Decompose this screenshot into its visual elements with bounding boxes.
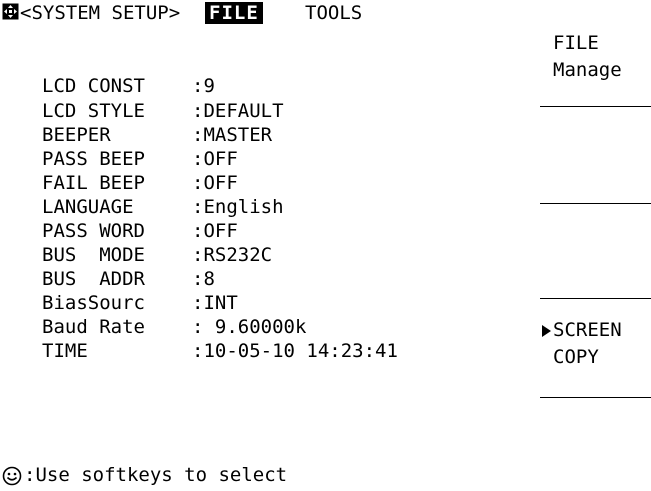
- setting-value: RS232C: [203, 244, 273, 266]
- setting-label: BiasSourc: [42, 292, 145, 314]
- file-manage-softkey[interactable]: FILE Manage: [540, 24, 651, 104]
- setting-separator: :: [192, 292, 204, 314]
- setting-separator: :: [192, 172, 204, 194]
- setting-label: PASS BEEP: [42, 148, 145, 170]
- setting-value: 9: [203, 75, 215, 97]
- setting-row-bus-addr[interactable]: BUS ADDR:8: [42, 267, 215, 291]
- setting-row-bias-source[interactable]: BiasSourc:INT: [42, 291, 238, 315]
- setting-separator: :: [192, 75, 204, 97]
- setting-row-lcd-const[interactable]: LCD CONST:9: [42, 74, 215, 98]
- setting-value: OFF: [203, 172, 238, 194]
- setting-label: LCD STYLE: [42, 100, 145, 122]
- setting-separator: :: [192, 220, 204, 242]
- screen-copy-softkey[interactable]: SCREEN COPY: [540, 300, 651, 396]
- setting-label: PASS WORD: [42, 220, 145, 242]
- setting-separator: :: [192, 124, 204, 146]
- setting-label: BUS ADDR: [42, 268, 145, 290]
- softkey-divider: [540, 106, 651, 107]
- setting-value: English: [203, 196, 284, 218]
- setting-value: OFF: [203, 220, 238, 242]
- setting-row-time[interactable]: TIME:10-05-10 14:23:41: [42, 339, 398, 363]
- setting-value: MASTER: [203, 124, 273, 146]
- setting-label: LANGUAGE: [42, 196, 134, 218]
- setting-label: LCD CONST: [42, 75, 145, 97]
- blank-softkey-3[interactable]: [540, 205, 651, 297]
- setting-label: Baud Rate: [42, 316, 145, 338]
- setting-row-beeper[interactable]: BEEPER:MASTER: [42, 123, 272, 147]
- softkey-label-line2: Manage: [553, 59, 622, 81]
- setting-value: 8: [203, 268, 215, 290]
- triangle-right-icon: [542, 325, 551, 337]
- setting-value: DEFAULT: [203, 100, 284, 122]
- menu-system-setup[interactable]: <SYSTEM SETUP>: [20, 2, 180, 24]
- setting-row-language[interactable]: LANGUAGE:English: [42, 195, 284, 219]
- setting-label: TIME: [42, 340, 88, 362]
- setting-separator: :: [192, 196, 204, 218]
- setting-label: BEEPER: [42, 124, 111, 146]
- setting-value: INT: [203, 292, 238, 314]
- setting-row-pass-word[interactable]: PASS WORD:OFF: [42, 219, 238, 243]
- setting-separator: :: [192, 316, 215, 338]
- setting-separator: :: [192, 340, 204, 362]
- softkey-divider: [540, 203, 651, 204]
- setting-label: BUS MODE: [42, 244, 145, 266]
- setting-separator: :: [192, 268, 204, 290]
- system-setup-screen: <SYSTEM SETUP> FILE TOOLS LCD CONST:9 LC…: [0, 0, 651, 491]
- keypad-icon: [2, 3, 19, 20]
- softkey-label-line1: SCREEN: [553, 319, 622, 341]
- setting-row-pass-beep[interactable]: PASS BEEP:OFF: [42, 147, 238, 171]
- softkey-divider: [540, 298, 651, 299]
- menu-tools[interactable]: TOOLS: [305, 2, 362, 24]
- setting-value: 9.60000k: [214, 316, 307, 338]
- setting-row-lcd-style[interactable]: LCD STYLE:DEFAULT: [42, 99, 284, 123]
- status-message: :Use softkeys to select: [24, 464, 288, 486]
- smiley-icon: [2, 466, 22, 486]
- setting-separator: :: [192, 100, 204, 122]
- setting-row-bus-mode[interactable]: BUS MODE:RS232C: [42, 243, 272, 267]
- softkey-label-line1: FILE: [553, 32, 599, 54]
- softkey-label-line2: COPY: [553, 346, 599, 368]
- setting-label: FAIL BEEP: [42, 172, 145, 194]
- menu-file[interactable]: FILE: [205, 2, 263, 24]
- setting-value: 10-05-10 14:23:41: [203, 340, 398, 362]
- setting-value: OFF: [203, 148, 238, 170]
- blank-softkey-2[interactable]: [540, 108, 651, 202]
- setting-row-baud-rate[interactable]: Baud Rate: 9.60000k: [42, 315, 306, 339]
- softkey-divider: [540, 397, 651, 398]
- setting-row-fail-beep[interactable]: FAIL BEEP:OFF: [42, 171, 238, 195]
- setting-separator: :: [192, 148, 204, 170]
- setting-separator: :: [192, 244, 204, 266]
